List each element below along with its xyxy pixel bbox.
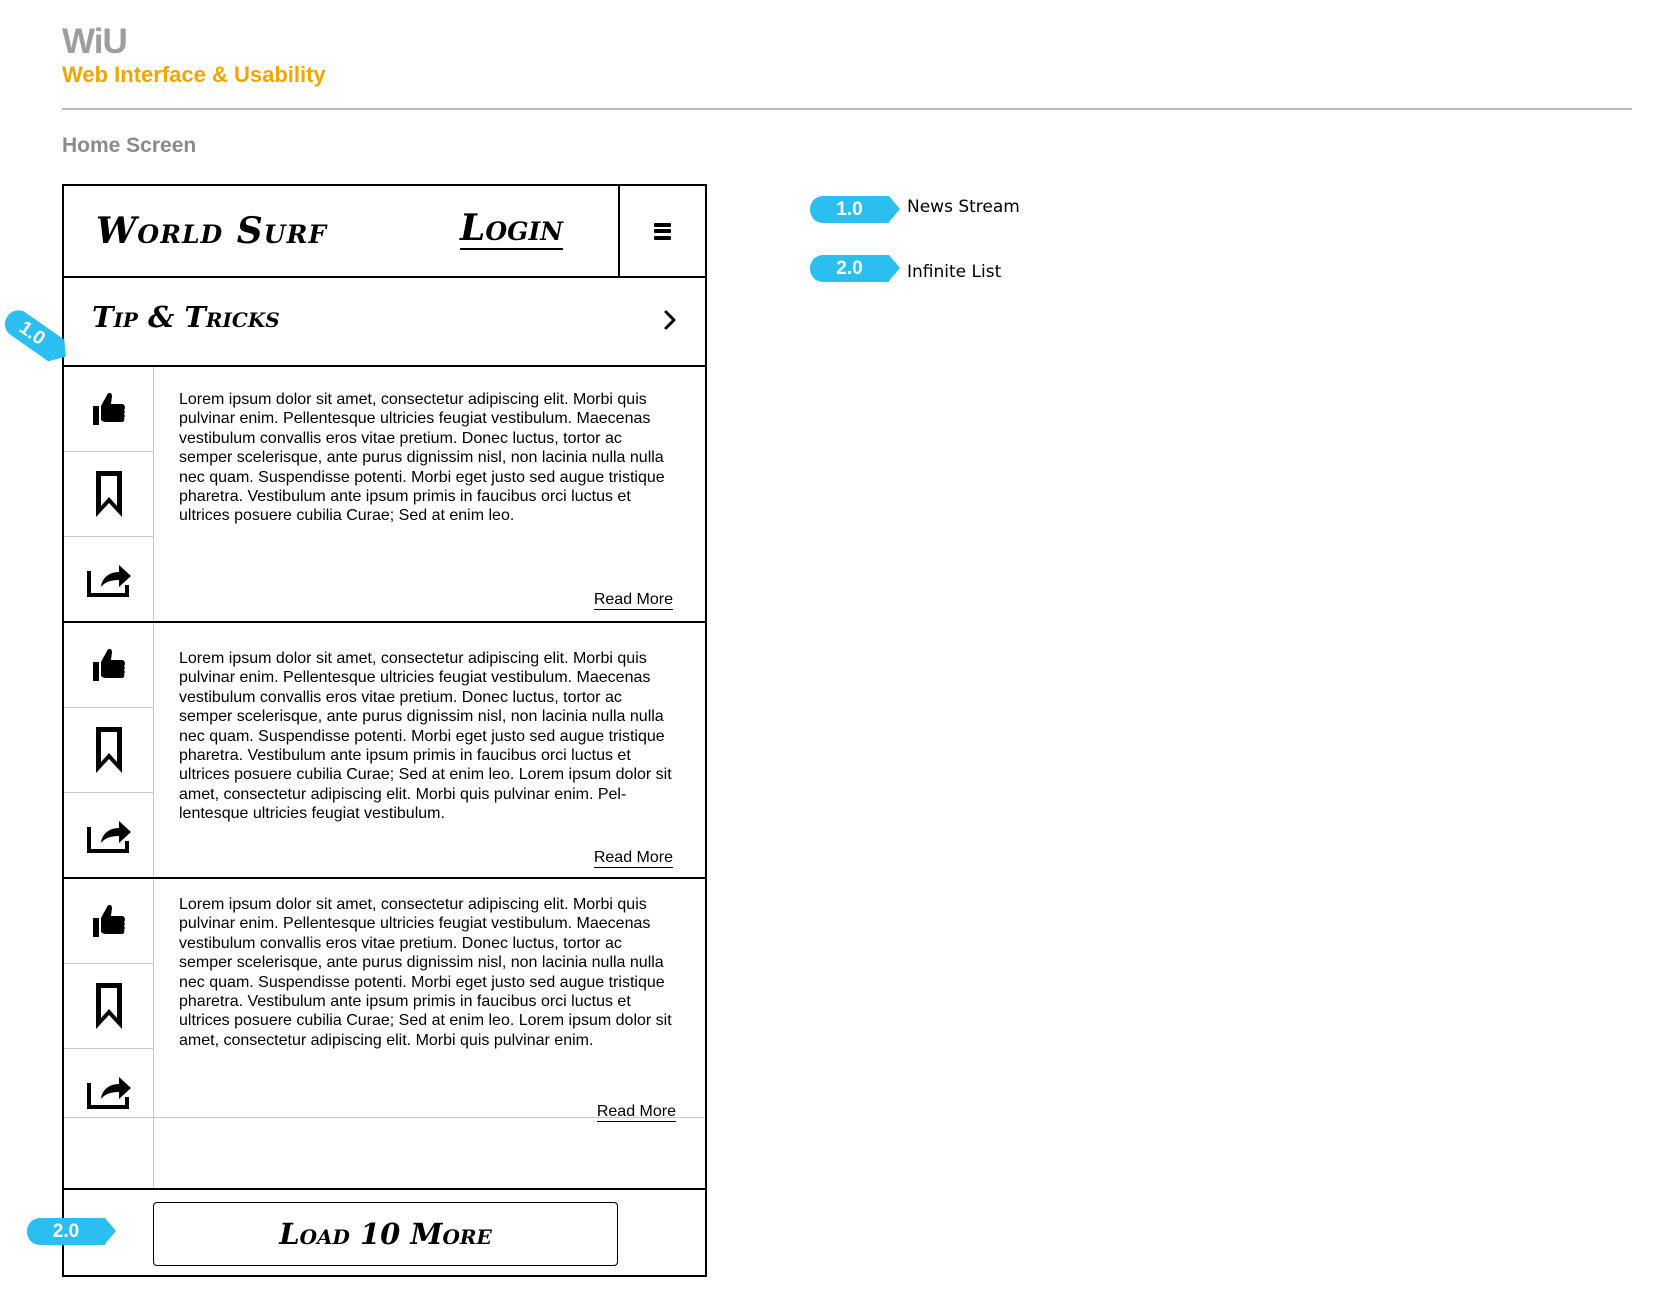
share-icon bbox=[87, 565, 131, 597]
read-more-link[interactable]: Read More bbox=[596, 1103, 676, 1122]
share-button[interactable] bbox=[64, 537, 154, 623]
share-icon bbox=[87, 821, 131, 853]
bookmark-button[interactable] bbox=[64, 964, 154, 1049]
legend-label-infinite-list: Infinite List bbox=[907, 262, 1002, 282]
news-post-card: Lorem ipsum dolor sit amet, consectetur … bbox=[64, 367, 705, 623]
post-body: Lorem ipsum dolor sit amet, consectetur … bbox=[179, 391, 665, 525]
bookmark-icon bbox=[96, 471, 122, 517]
thumbs-up-icon bbox=[93, 392, 125, 425]
annotation-tag-infinite-list: 2.0 bbox=[27, 1218, 116, 1245]
section-header-tips[interactable]: Tip & Tricks bbox=[64, 278, 705, 367]
brand-subtitle: Web Interface & Usability bbox=[62, 62, 326, 87]
load-more-bar: Load 10 More bbox=[64, 1190, 705, 1275]
thumbs-up-icon bbox=[93, 904, 125, 937]
annotation-tag-news-stream: 1.0 bbox=[0, 305, 65, 362]
section-title: Tip & Tricks bbox=[92, 300, 280, 334]
read-more-link[interactable]: Read More bbox=[593, 849, 673, 868]
post-body: Lorem ipsum dolor sit amet, consectetur … bbox=[179, 650, 672, 823]
load-more-button[interactable]: Load 10 More bbox=[153, 1202, 618, 1266]
app-logo[interactable]: World Surf bbox=[96, 210, 327, 252]
bookmark-button[interactable] bbox=[64, 708, 154, 793]
post-actions bbox=[64, 879, 705, 1188]
phone-wireframe: World Surf Login Tip & Tricks Lorem ipsu… bbox=[62, 184, 707, 1277]
chevron-right-icon bbox=[664, 310, 676, 330]
hamburger-icon bbox=[654, 222, 671, 240]
news-post-card: Lorem ipsum dolor sit amet, consectetur … bbox=[64, 623, 705, 879]
app-top-bar: World Surf Login bbox=[64, 186, 705, 278]
news-post-card: Lorem ipsum dolor sit amet, consectetur … bbox=[64, 879, 705, 1190]
like-button[interactable] bbox=[64, 367, 154, 452]
bookmark-icon bbox=[96, 983, 122, 1029]
header-divider bbox=[62, 108, 1632, 110]
brand-title: WiU bbox=[62, 22, 128, 61]
post-body: Lorem ipsum dolor sit amet, consectetur … bbox=[179, 896, 672, 1049]
read-more-link[interactable]: Read More bbox=[593, 591, 673, 610]
share-button[interactable] bbox=[64, 1049, 154, 1135]
share-button[interactable] bbox=[64, 793, 154, 879]
post-actions bbox=[64, 367, 154, 621]
thumbs-up-icon bbox=[93, 648, 125, 681]
menu-button[interactable] bbox=[618, 186, 705, 276]
post-actions bbox=[64, 623, 154, 877]
login-link[interactable]: Login bbox=[460, 210, 563, 250]
screen-title: Home Screen bbox=[62, 134, 197, 157]
legend-tag-news-stream: 1.0 bbox=[810, 196, 900, 223]
bookmark-button[interactable] bbox=[64, 452, 154, 537]
legend-tag-infinite-list: 2.0 bbox=[810, 255, 900, 282]
like-button[interactable] bbox=[64, 623, 154, 708]
like-button[interactable] bbox=[64, 879, 154, 964]
share-icon bbox=[87, 1077, 131, 1109]
legend-label-news-stream: News Stream bbox=[907, 197, 1020, 217]
bookmark-icon bbox=[96, 727, 122, 773]
